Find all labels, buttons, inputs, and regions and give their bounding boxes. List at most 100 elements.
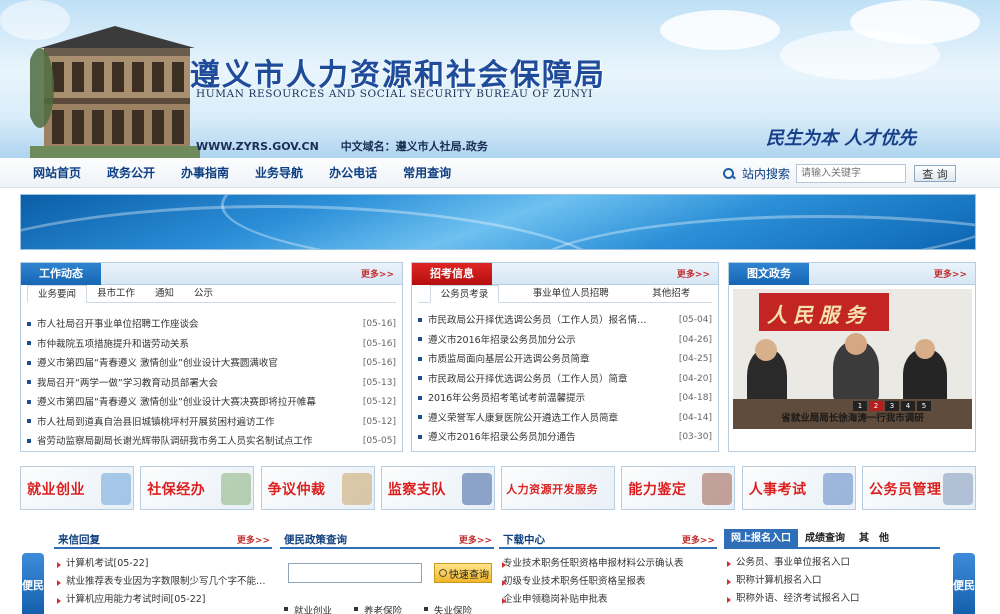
photo-news-more-link[interactable]: 更多>> — [934, 267, 967, 280]
list-item[interactable]: 市民政局公开择优选调公务员（工作人员）报名情… [05-04] — [418, 311, 712, 331]
site-search: 站内搜索 查 询 — [722, 164, 957, 183]
tab-public-institution[interactable]: 事业单位人员招聘 — [523, 285, 619, 302]
service-civil-servant-mgmt[interactable]: 公务员管理 — [861, 466, 976, 510]
page: 遵义市人力资源和社会保障局 HUMAN RESOURCES AND SOCIAL… — [0, 0, 1000, 614]
policy-link-pension[interactable]: 养老保险 — [354, 603, 402, 614]
photo-page-1[interactable]: 1 — [853, 401, 867, 411]
side-tab-left[interactable]: 便民 — [22, 553, 44, 614]
header-banner: 遵义市人力资源和社会保障局 HUMAN RESOURCES AND SOCIAL… — [0, 0, 1000, 158]
tab-score-query[interactable]: 成绩查询 — [798, 529, 852, 547]
photo-page-4[interactable]: 4 — [901, 401, 915, 411]
tab-county-work[interactable]: 县市工作 — [87, 285, 145, 302]
photo-page-3[interactable]: 3 — [885, 401, 899, 411]
exam-info-panel: 招考信息 更多>> 公务员考录 事业单位人员招聘 其他招考 市民政局公开择优选调… — [411, 262, 719, 452]
list-item[interactable]: 我局召开“两学一做”学习教育动员部署大会 [05-13] — [27, 374, 396, 394]
policy-query-more-link[interactable]: 更多>> — [459, 533, 492, 546]
exam-info-header: 招考信息 更多>> — [412, 263, 718, 285]
photo-page-5[interactable]: 5 — [917, 401, 931, 411]
list-item[interactable]: 计算机应用能力考试时间[05-22] — [54, 591, 272, 609]
quick-query-button[interactable]: 快速查询 — [434, 563, 492, 583]
service-inspection[interactable]: 监察支队 — [380, 466, 495, 510]
nav-business[interactable]: 业务导航 — [242, 158, 316, 188]
exam-info-tabs: 公务员考录 事业单位人员招聘 其他招考 — [418, 285, 712, 303]
photo-news-panel: 图文政务 更多>> 人民服务 1 2 3 4 5 省就业局局长徐海涛一行我市调研 — [728, 262, 976, 452]
side-tab-right[interactable]: 便民 — [953, 553, 975, 614]
work-news-more-link[interactable]: 更多>> — [361, 267, 394, 280]
tab-announcements[interactable]: 公示 — [184, 285, 223, 302]
building-illustration — [30, 26, 200, 158]
download-center-title: 下载中心 — [503, 534, 545, 546]
tab-registration-other[interactable]: 其 他 — [852, 529, 896, 547]
nav-gov-affairs[interactable]: 政务公开 — [94, 158, 168, 188]
work-news-header: 工作动态 更多>> — [21, 263, 402, 285]
chinese-domain: 中文域名：遵义市人社局.政务 — [340, 140, 488, 153]
list-item[interactable]: 2016年公务员招考笔试考前温馨提示 [04-18] — [418, 389, 712, 409]
list-item[interactable]: 遵义市第四届“青春遵义 激情创业”创业设计大赛圆满收官 [05-16] — [27, 354, 396, 374]
list-item[interactable]: 职称计算机报名入口 — [724, 572, 942, 590]
list-item[interactable]: 专业技术职务任职资格申报材料公示确认表 — [499, 555, 717, 573]
list-item[interactable]: 企业申领稳岗补贴申批表 — [499, 591, 717, 609]
registration-panel: 公务员、事业单位报名入口 职称计算机报名入口 职称外语、经济考试报名入口 — [724, 550, 942, 614]
work-news-list: 市人社局召开事业单位招聘工作座谈会 [05-16] 市仲裁院五项措施提升和谐劳动关… — [27, 315, 396, 451]
letter-reply-panel: 来信回复 更多>> 计算机考试[05-22] 就业推荐表专业因为字数限制少写几个字… — [54, 529, 272, 614]
service-personnel-exam[interactable]: 人事考试 — [741, 466, 856, 510]
site-title-english: HUMAN RESOURCES AND SOCIAL SECURITY BURE… — [196, 88, 593, 100]
tab-business-news[interactable]: 业务要闻 — [27, 285, 88, 303]
list-item[interactable]: 市民政局公开择优选调公务员（工作人员）简章 [04-20] — [418, 370, 712, 390]
work-news-panel: 工作动态 更多>> 业务要闻 县市工作 通知 公示 市人社局召开事业单位招聘工作… — [20, 262, 403, 452]
photo-caption[interactable]: 省就业局局长徐海涛一行我市调研 — [733, 411, 972, 427]
photo-news-title: 图文政务 — [729, 263, 809, 285]
nav-guide[interactable]: 办事指南 — [168, 158, 242, 188]
site-url[interactable]: WWW.ZYRS.GOV.CN — [196, 140, 319, 153]
service-skill-appraisal[interactable]: 能力鉴定 — [621, 466, 736, 510]
tab-online-registration[interactable]: 网上报名入口 — [724, 529, 798, 547]
service-links: 就业创业 社保经办 争议仲裁 监察支队 人力资源开发服务 能力鉴定 人事考试 公… — [20, 466, 976, 510]
nav-phone[interactable]: 办公电话 — [316, 158, 390, 188]
work-news-title: 工作动态 — [21, 263, 101, 285]
list-item[interactable]: 计算机考试[05-22] — [54, 555, 272, 573]
photo-page-2[interactable]: 2 — [869, 401, 883, 411]
work-news-tabs: 业务要闻 县市工作 通知 公示 — [27, 285, 396, 303]
list-item[interactable]: 市质监局面向基层公开选调公务员简章 [04-25] — [418, 350, 712, 370]
download-center-panel: 下载中心 更多>> 专业技术职务任职资格申报材料公示确认表 初级专业技术职务任职资… — [499, 529, 717, 614]
search-button[interactable]: 查 询 — [914, 165, 957, 182]
search-icon — [722, 167, 736, 181]
registration-tabs: 网上报名入口 成绩查询 其 他 — [724, 529, 940, 549]
letter-reply-title: 来信回复 — [58, 534, 100, 546]
list-item[interactable]: 市仲裁院五项措施提升和谐劳动关系 [05-16] — [27, 335, 396, 355]
list-item[interactable]: 公务员、事业单位报名入口 — [724, 554, 942, 572]
policy-query-title: 便民政策查询 — [284, 534, 347, 546]
list-item[interactable]: 就业推荐表专业因为字数限制少写几个字不能… — [54, 573, 272, 591]
exam-info-more-link[interactable]: 更多>> — [677, 267, 710, 280]
photo-news-header: 图文政务 更多>> — [729, 263, 975, 285]
exam-info-list: 市民政局公开择优选调公务员（工作人员）报名情… [05-04] 遵义市2016年招… — [418, 311, 712, 448]
policy-link-employment[interactable]: 就业创业 — [284, 603, 332, 614]
list-item[interactable]: 省劳动监察局副局长谢光辉带队调研我市务工人员实名制试点工作 [05-05] — [27, 432, 396, 451]
slogan: 民生为本 人才优先 — [766, 128, 917, 149]
list-item[interactable]: 遵义荣誉军人康复医院公开遴选工作人员简章 [04-14] — [418, 409, 712, 429]
policy-query-input[interactable] — [288, 563, 422, 583]
tab-notices[interactable]: 通知 — [145, 285, 184, 302]
list-item[interactable]: 遵义市第四届“青春遵义 激情创业”创业设计大赛决赛即将拉开帷幕 [05-12] — [27, 393, 396, 413]
nav-home[interactable]: 网站首页 — [20, 158, 94, 188]
list-item[interactable]: 遵义市2016年招录公务员加分公示 [04-26] — [418, 331, 712, 351]
list-item[interactable]: 遵义市2016年招录公务员加分通告 [03-30] — [418, 428, 712, 448]
list-item[interactable]: 市人社局到道真自治县旧城镇桃坪村开展贫困村遍访工作 [05-12] — [27, 413, 396, 433]
letter-reply-more-link[interactable]: 更多>> — [237, 533, 270, 546]
download-center-more-link[interactable]: 更多>> — [682, 533, 715, 546]
promo-banner[interactable] — [20, 194, 976, 250]
service-employment[interactable]: 就业创业 — [20, 466, 134, 510]
policy-link-unemployment[interactable]: 失业保险 — [424, 603, 472, 614]
service-hr-development[interactable]: 人力资源开发服务 — [501, 466, 616, 510]
list-item[interactable]: 市人社局召开事业单位招聘工作座谈会 [05-16] — [27, 315, 396, 335]
list-item[interactable]: 初级专业技术职务任职资格呈报表 — [499, 573, 717, 591]
service-social-security[interactable]: 社保经办 — [140, 466, 255, 510]
search-label: 站内搜索 — [742, 167, 791, 181]
list-item[interactable]: 职称外语、经济考试报名入口 — [724, 590, 942, 608]
tab-civil-servant[interactable]: 公务员考录 — [429, 285, 500, 303]
domain-line: WWW.ZYRS.GOV.CN 中文域名：遵义市人社局.政务 — [196, 138, 488, 154]
nav-query[interactable]: 常用查询 — [390, 158, 464, 188]
service-arbitration[interactable]: 争议仲裁 — [260, 466, 375, 510]
tab-other-exams[interactable]: 其他招考 — [642, 285, 700, 302]
search-input[interactable] — [796, 164, 907, 183]
